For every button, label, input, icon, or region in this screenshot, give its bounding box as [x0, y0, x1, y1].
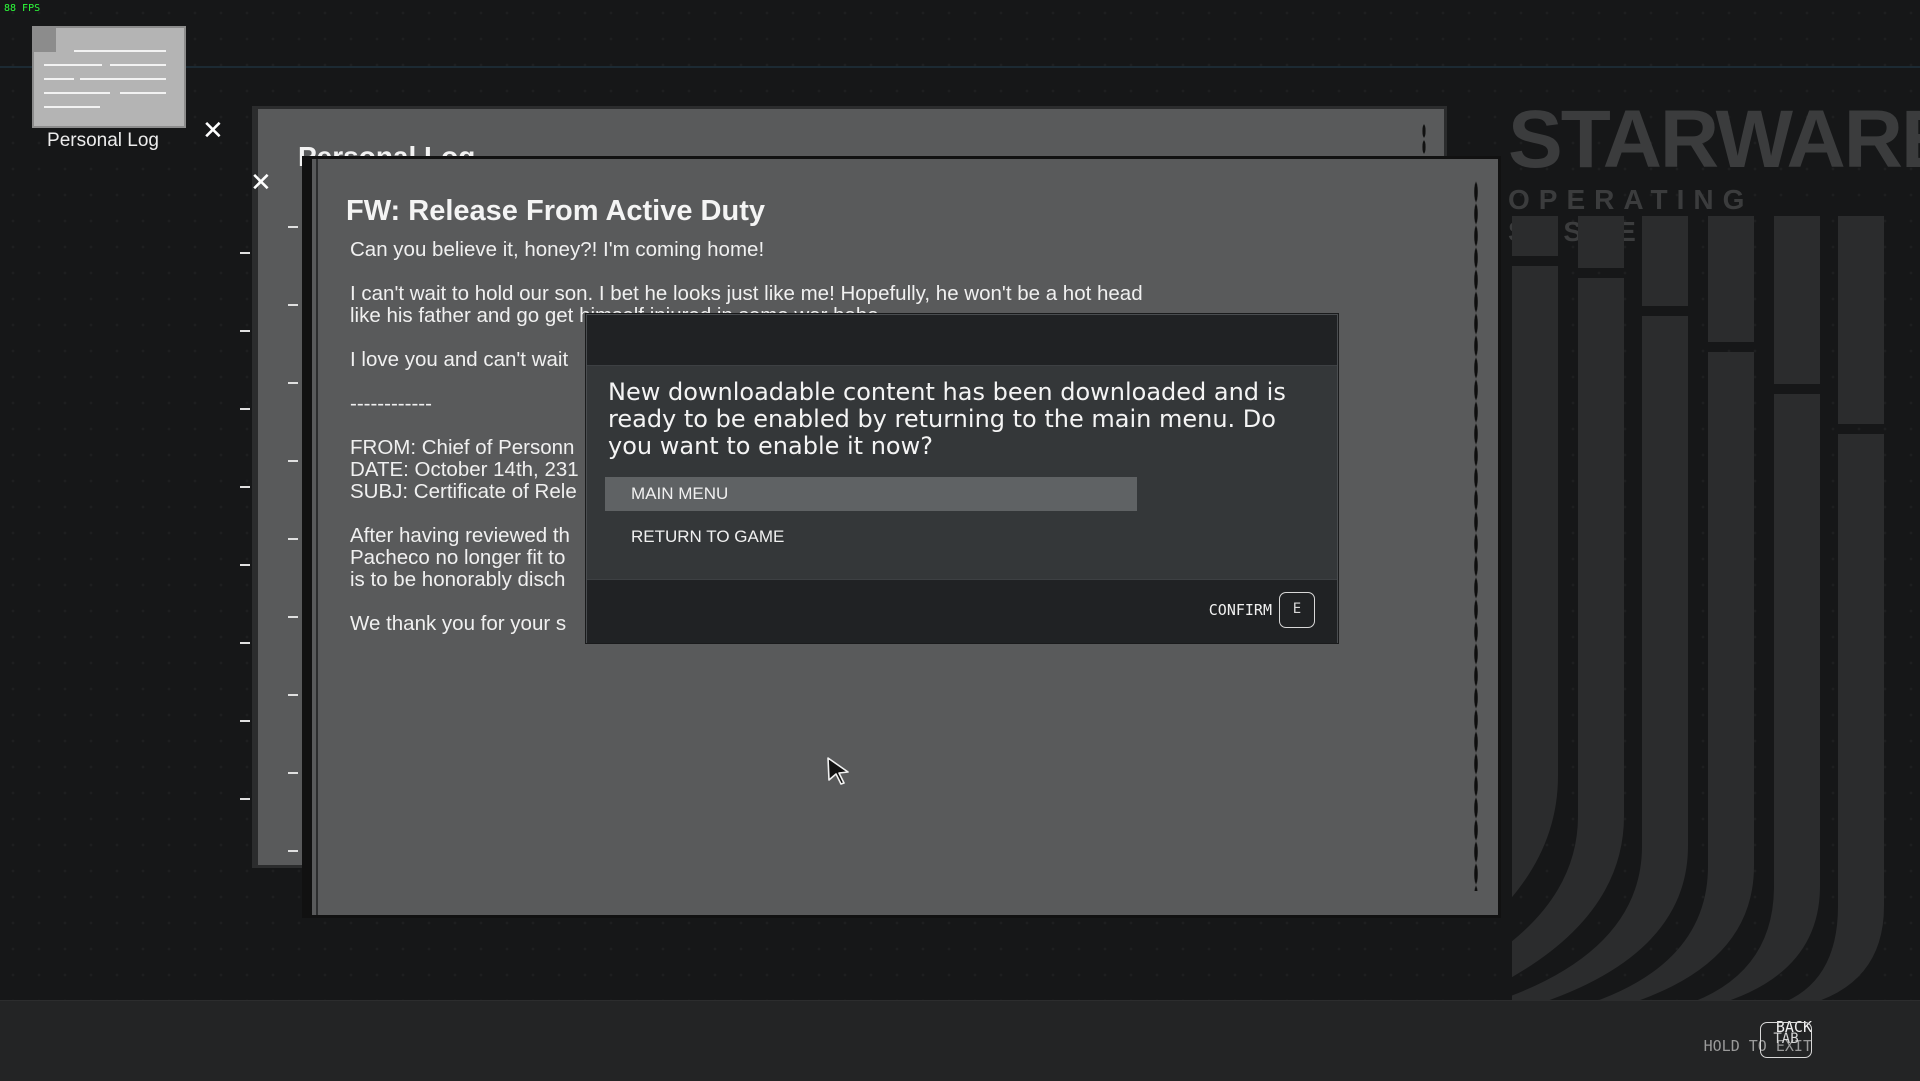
confirm-button[interactable]: CONFIRM E [1209, 592, 1315, 628]
desktop-icon-label: Personal Log [47, 130, 159, 151]
return-to-game-option[interactable]: RETURN TO GAME [605, 520, 1137, 554]
message-line: I can't wait to hold our son. I bet he l… [350, 282, 1143, 305]
fps-counter: 88 FPS [4, 3, 41, 14]
message-line: Can you believe it, honey?! I'm coming h… [350, 238, 765, 261]
confirm-label: CONFIRM [1208, 601, 1272, 619]
close-back-window-icon[interactable]: ✕ [202, 118, 224, 144]
window-tick-ruler [240, 226, 252, 866]
document-icon [32, 26, 186, 128]
close-front-window-icon[interactable]: ✕ [250, 170, 272, 196]
bottom-bar [0, 1000, 1920, 1081]
message-title: FW: Release From Active Duty [346, 195, 765, 227]
dialog-header [587, 315, 1337, 366]
top-divider [0, 66, 1920, 68]
main-menu-option[interactable]: MAIN MENU [605, 477, 1137, 511]
dlc-dialog: New downloadable content has been downlo… [586, 314, 1338, 643]
brand-stripes-graphic [1512, 216, 1884, 1006]
confirm-key-icon: E [1279, 592, 1315, 628]
drag-handle-dots[interactable] [1422, 123, 1426, 159]
mouse-cursor-icon [827, 757, 849, 785]
scrollbar-dots[interactable] [1474, 181, 1478, 891]
brand-title: STARWARE [1508, 94, 1920, 185]
dialog-message: New downloadable content has been downlo… [608, 378, 1286, 460]
tab-key-button[interactable]: TAB [1760, 1022, 1812, 1058]
window-tick-ruler-2 [288, 226, 298, 866]
dialog-footer: CONFIRM E [587, 579, 1337, 643]
